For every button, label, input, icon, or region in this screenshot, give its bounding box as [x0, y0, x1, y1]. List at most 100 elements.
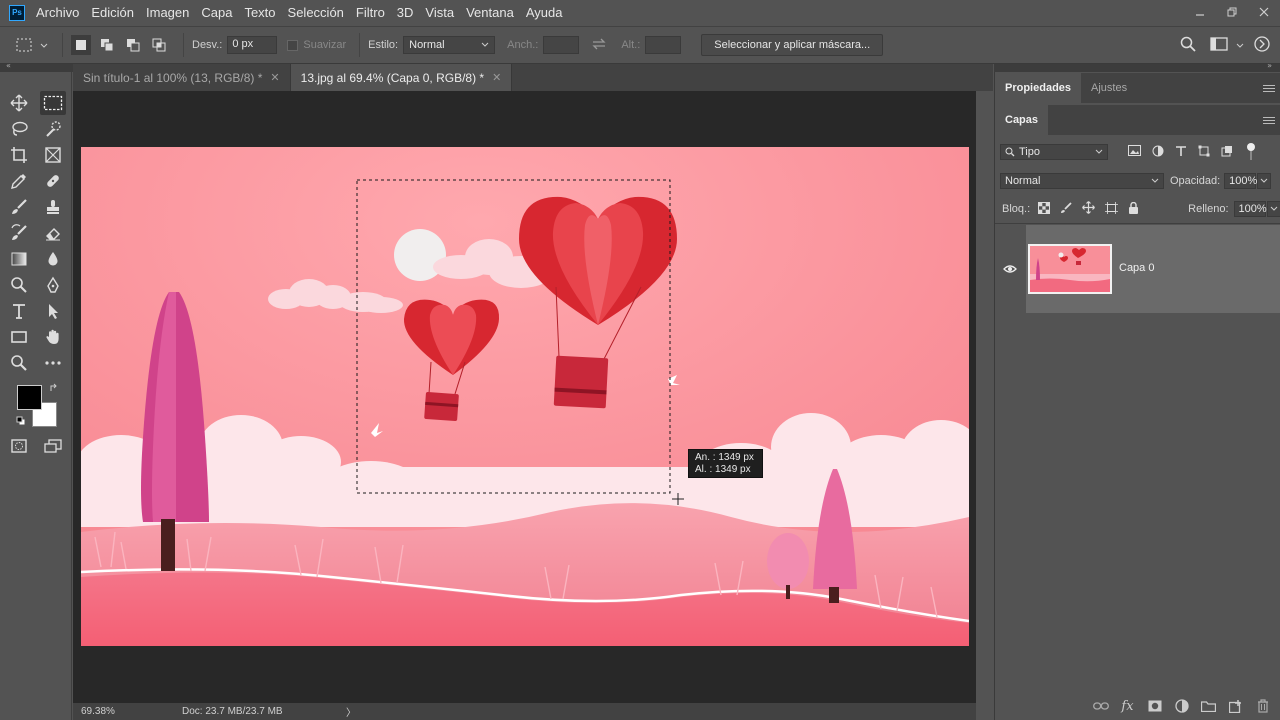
share-icon[interactable]	[1254, 35, 1270, 55]
menu-vista[interactable]: Vista	[425, 5, 454, 20]
eyedropper-tool-icon[interactable]	[6, 169, 32, 193]
blur-tool-icon[interactable]	[40, 247, 66, 271]
move-tool-icon[interactable]	[6, 91, 32, 115]
zoom-level[interactable]: 69.38%	[81, 706, 171, 717]
layer-body[interactable]: Capa 0	[1026, 225, 1280, 313]
antialias-checkbox[interactable]	[287, 39, 299, 51]
brush-tool-icon[interactable]	[6, 195, 32, 219]
opacity-dropdown[interactable]	[1257, 173, 1272, 189]
menu-archivo[interactable]: Archivo	[36, 5, 79, 20]
minimize-icon[interactable]	[1184, 6, 1216, 20]
path-selection-tool-icon[interactable]	[40, 299, 66, 323]
filter-adjustment-icon[interactable]	[1152, 145, 1164, 160]
adjustment-layer-icon[interactable]	[1173, 698, 1190, 715]
gradient-tool-icon[interactable]	[6, 247, 32, 271]
panel-menu-icon[interactable]	[1263, 105, 1275, 135]
close-tab-icon[interactable]: ✕	[270, 71, 279, 84]
rectangle-tool-icon[interactable]	[6, 325, 32, 349]
tab-sin-titulo[interactable]: Sin título-1 al 100% (13, RGB/8) * ✕	[73, 64, 291, 91]
lock-transparent-icon[interactable]	[1038, 201, 1051, 217]
filter-toggle[interactable]	[1247, 142, 1255, 163]
menu-capa[interactable]: Capa	[201, 5, 232, 20]
opacity-input[interactable]: 100%	[1224, 173, 1257, 189]
history-brush-tool-icon[interactable]	[6, 221, 32, 245]
style-select[interactable]: Normal	[403, 36, 496, 54]
chevron-down-icon[interactable]	[40, 38, 48, 52]
tab-propiedades[interactable]: Propiedades	[995, 73, 1082, 103]
menu-3d[interactable]: 3D	[397, 5, 414, 20]
zoom-tool-icon[interactable]	[6, 351, 32, 375]
quick-selection-tool-icon[interactable]	[40, 117, 66, 141]
layer-filter-select[interactable]: Tipo	[1000, 144, 1108, 160]
menu-filtro[interactable]: Filtro	[356, 5, 385, 20]
select-and-mask-button[interactable]: Seleccionar y aplicar máscara...	[701, 34, 884, 56]
new-group-icon[interactable]	[1200, 698, 1217, 715]
hand-tool-icon[interactable]	[40, 325, 66, 349]
screen-mode-icon[interactable]	[40, 434, 66, 458]
menu-edicion[interactable]: Edición	[91, 5, 134, 20]
panel-menu-icon[interactable]	[1263, 73, 1275, 103]
visibility-eye-icon[interactable]	[995, 225, 1025, 313]
new-selection-icon[interactable]	[71, 35, 91, 55]
status-menu-arrow[interactable]: 〉	[346, 704, 356, 719]
height-input[interactable]	[645, 36, 682, 54]
rectangular-marquee-tool-icon[interactable]	[40, 91, 66, 115]
chevron-down-icon[interactable]	[1236, 38, 1244, 52]
filter-smart-object-icon[interactable]	[1221, 145, 1233, 160]
lock-all-icon[interactable]	[1128, 201, 1139, 217]
default-colors-icon[interactable]	[16, 415, 26, 429]
intersect-selection-icon[interactable]	[149, 35, 169, 55]
menu-ayuda[interactable]: Ayuda	[526, 5, 563, 20]
menu-texto[interactable]: Texto	[244, 5, 275, 20]
restore-icon[interactable]	[1216, 6, 1248, 20]
eraser-tool-icon[interactable]	[40, 221, 66, 245]
fill-dropdown[interactable]	[1266, 201, 1280, 217]
search-icon[interactable]	[1180, 36, 1196, 55]
swap-colors-icon[interactable]	[49, 382, 59, 396]
add-mask-icon[interactable]	[1146, 698, 1163, 715]
menu-imagen[interactable]: Imagen	[146, 5, 189, 20]
width-input[interactable]	[543, 36, 580, 54]
more-tools-icon[interactable]	[40, 351, 66, 375]
filter-shape-icon[interactable]	[1198, 145, 1210, 160]
quick-mask-icon[interactable]	[6, 434, 32, 458]
tab-ajustes[interactable]: Ajustes	[1081, 73, 1137, 103]
workspace-icon[interactable]	[1210, 36, 1228, 54]
toolbar-collapse-bar[interactable]: «	[0, 61, 73, 72]
lock-pixels-icon[interactable]	[1060, 201, 1072, 217]
layer-name[interactable]: Capa 0	[1119, 262, 1154, 274]
new-layer-icon[interactable]	[1227, 698, 1244, 715]
fx-icon[interactable]: fx	[1119, 698, 1136, 715]
filter-type-icon[interactable]	[1175, 145, 1187, 160]
menu-ventana[interactable]: Ventana	[466, 5, 514, 20]
subtract-selection-icon[interactable]	[123, 35, 143, 55]
crop-tool-icon[interactable]	[6, 143, 32, 167]
close-tab-icon[interactable]: ✕	[492, 71, 501, 84]
tab-capas[interactable]: Capas	[995, 105, 1049, 135]
lock-artboard-icon[interactable]	[1105, 201, 1119, 217]
panel-collapse-bar[interactable]: »	[994, 61, 1280, 72]
frame-tool-icon[interactable]	[40, 143, 66, 167]
filter-pixel-icon[interactable]	[1128, 145, 1141, 159]
tab-13-jpg[interactable]: 13.jpg al 69.4% (Capa 0, RGB/8) * ✕	[290, 64, 513, 91]
layer-row[interactable]: Capa 0	[995, 225, 1280, 313]
pen-tool-icon[interactable]	[40, 273, 66, 297]
clone-stamp-tool-icon[interactable]	[40, 195, 66, 219]
image-canvas[interactable]	[81, 147, 969, 646]
dodge-tool-icon[interactable]	[6, 273, 32, 297]
blend-mode-select[interactable]: Normal	[1000, 173, 1164, 189]
close-icon[interactable]	[1248, 6, 1280, 20]
type-tool-icon[interactable]	[6, 299, 32, 323]
menu-seleccion[interactable]: Selección	[288, 5, 344, 20]
lasso-tool-icon[interactable]	[6, 117, 32, 141]
healing-brush-tool-icon[interactable]	[40, 169, 66, 193]
delete-layer-icon[interactable]	[1254, 698, 1271, 715]
feather-input[interactable]: 0 px	[227, 36, 278, 54]
lock-position-icon[interactable]	[1082, 201, 1096, 217]
foreground-color-swatch[interactable]	[17, 385, 42, 410]
swap-dimensions-icon[interactable]	[591, 38, 607, 53]
add-selection-icon[interactable]	[97, 35, 117, 55]
marquee-preset-icon[interactable]	[14, 35, 34, 55]
fill-input[interactable]: 100%	[1233, 201, 1267, 217]
link-layers-icon[interactable]	[1092, 698, 1109, 715]
